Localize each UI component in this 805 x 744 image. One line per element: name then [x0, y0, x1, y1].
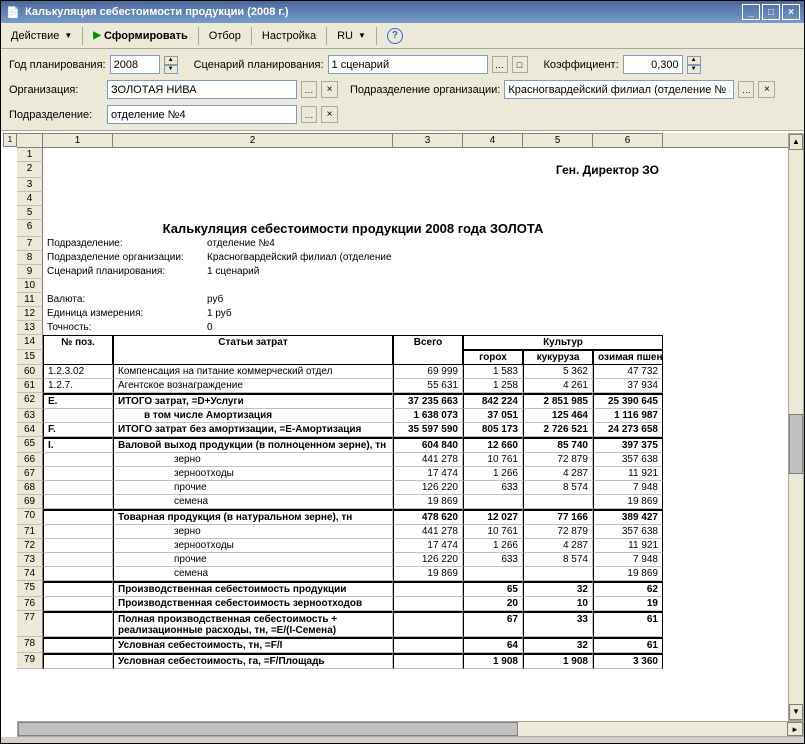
coeff-label: Коэффициент: — [544, 59, 619, 71]
table-row[interactable]: 71зерно441 27810 76172 879357 638 — [17, 525, 788, 539]
table-row[interactable]: 68прочие126 2206338 5747 948 — [17, 481, 788, 495]
dept-org-clear-button[interactable]: × — [758, 81, 775, 98]
year-label: Год планирования: — [9, 59, 106, 71]
dept-org-select-button[interactable]: … — [738, 81, 754, 98]
maximize-button[interactable]: □ — [762, 4, 780, 20]
dept-label: Подразделение: — [9, 109, 103, 121]
table-row[interactable]: 611.2.7.Агентское вознаграждение55 6311 … — [17, 379, 788, 393]
dept-select-button[interactable]: … — [301, 106, 317, 123]
close-button[interactable]: × — [782, 4, 800, 20]
table-row[interactable]: 76Производственная себестоимость зерноот… — [17, 597, 788, 611]
table-row[interactable]: 72зерноотходы17 4741 2664 28711 921 — [17, 539, 788, 553]
table-row[interactable]: 601.2.3.02Компенсация на питание коммерч… — [17, 365, 788, 379]
help-icon: ? — [387, 28, 403, 44]
params-panel: Год планирования: ▲▼ Сценарий планирован… — [1, 49, 804, 131]
toolbar: Действие▼ ▶Сформировать Отбор Настройка … — [1, 23, 804, 49]
window-title: Калькуляция себестоимости продукции (200… — [25, 6, 742, 18]
table-row[interactable]: 66зерно441 27810 76172 879357 638 — [17, 453, 788, 467]
coeff-input[interactable] — [623, 55, 683, 74]
table-row[interactable]: 64F.ИТОГО затрат без амортизации, =E-Амо… — [17, 423, 788, 437]
scenario-input[interactable] — [328, 55, 488, 74]
app-icon: 📄 — [5, 4, 21, 20]
settings-button[interactable]: Настройка — [256, 28, 322, 44]
table-row[interactable]: 62E.ИТОГО затрат, =D+Услуги37 235 663842… — [17, 393, 788, 409]
table-row[interactable]: 63в том числе Амортизация1 638 07337 051… — [17, 409, 788, 423]
table-row[interactable]: 65I.Валовой выход продукции (в полноценн… — [17, 437, 788, 453]
titlebar: 📄 Калькуляция себестоимости продукции (2… — [1, 1, 804, 23]
org-select-button[interactable]: … — [301, 81, 317, 98]
lang-menu[interactable]: RU▼ — [331, 28, 372, 44]
org-label: Организация: — [9, 84, 103, 96]
scenario-label: Сценарий планирования: — [194, 59, 324, 71]
table-row[interactable]: 78Условная себестоимость, тн, =F/I643261 — [17, 637, 788, 653]
coeff-spinner[interactable]: ▲▼ — [687, 56, 701, 74]
vertical-scrollbar[interactable]: ▲ ▼ — [788, 133, 804, 721]
play-icon: ▶ — [93, 30, 101, 41]
form-button[interactable]: ▶Сформировать — [87, 28, 194, 44]
table-row[interactable]: 73прочие126 2206338 5747 948 — [17, 553, 788, 567]
filter-button[interactable]: Отбор — [203, 28, 247, 44]
scroll-thumb-h[interactable] — [18, 722, 518, 736]
scenario-select-button[interactable]: … — [492, 56, 508, 73]
table-row[interactable]: 79Условная себестоимость, га, =F/Площадь… — [17, 653, 788, 669]
spreadsheet: 123456 1 2 3 4 5 6 12Ген. Директор ЗО345… — [1, 131, 804, 737]
table-row[interactable]: 75Производственная себестоимость продукц… — [17, 581, 788, 597]
scenario-open-button[interactable]: □ — [512, 56, 528, 73]
table-row[interactable]: 69семена19 86919 869 — [17, 495, 788, 509]
grid-rows: 12Ген. Директор ЗО3456Калькуляция себест… — [17, 148, 788, 669]
org-clear-button[interactable]: × — [321, 81, 338, 98]
table-row[interactable]: 67зерноотходы17 4741 2664 28711 921 — [17, 467, 788, 481]
dept-org-input[interactable] — [504, 80, 734, 99]
minimize-button[interactable]: _ — [742, 4, 760, 20]
dept-clear-button[interactable]: × — [321, 106, 338, 123]
scroll-thumb-v[interactable] — [789, 414, 803, 474]
dept-org-label: Подразделение организации: — [350, 84, 500, 96]
year-spinner[interactable]: ▲▼ — [164, 56, 178, 74]
action-menu[interactable]: Действие▼ — [5, 28, 78, 44]
horizontal-scrollbar[interactable]: ◄ ► — [17, 721, 804, 737]
dept-input[interactable] — [107, 105, 297, 124]
org-input[interactable] — [107, 80, 297, 99]
table-row[interactable]: 74семена19 86919 869 — [17, 567, 788, 581]
column-headers: 1 2 3 4 5 6 — [17, 133, 788, 148]
help-button[interactable]: ? — [381, 26, 409, 46]
year-input[interactable] — [110, 55, 160, 74]
table-row[interactable]: 70Товарная продукция (в натуральном зерн… — [17, 509, 788, 525]
table-row[interactable]: 77Полная производственная себестоимость … — [17, 611, 788, 637]
